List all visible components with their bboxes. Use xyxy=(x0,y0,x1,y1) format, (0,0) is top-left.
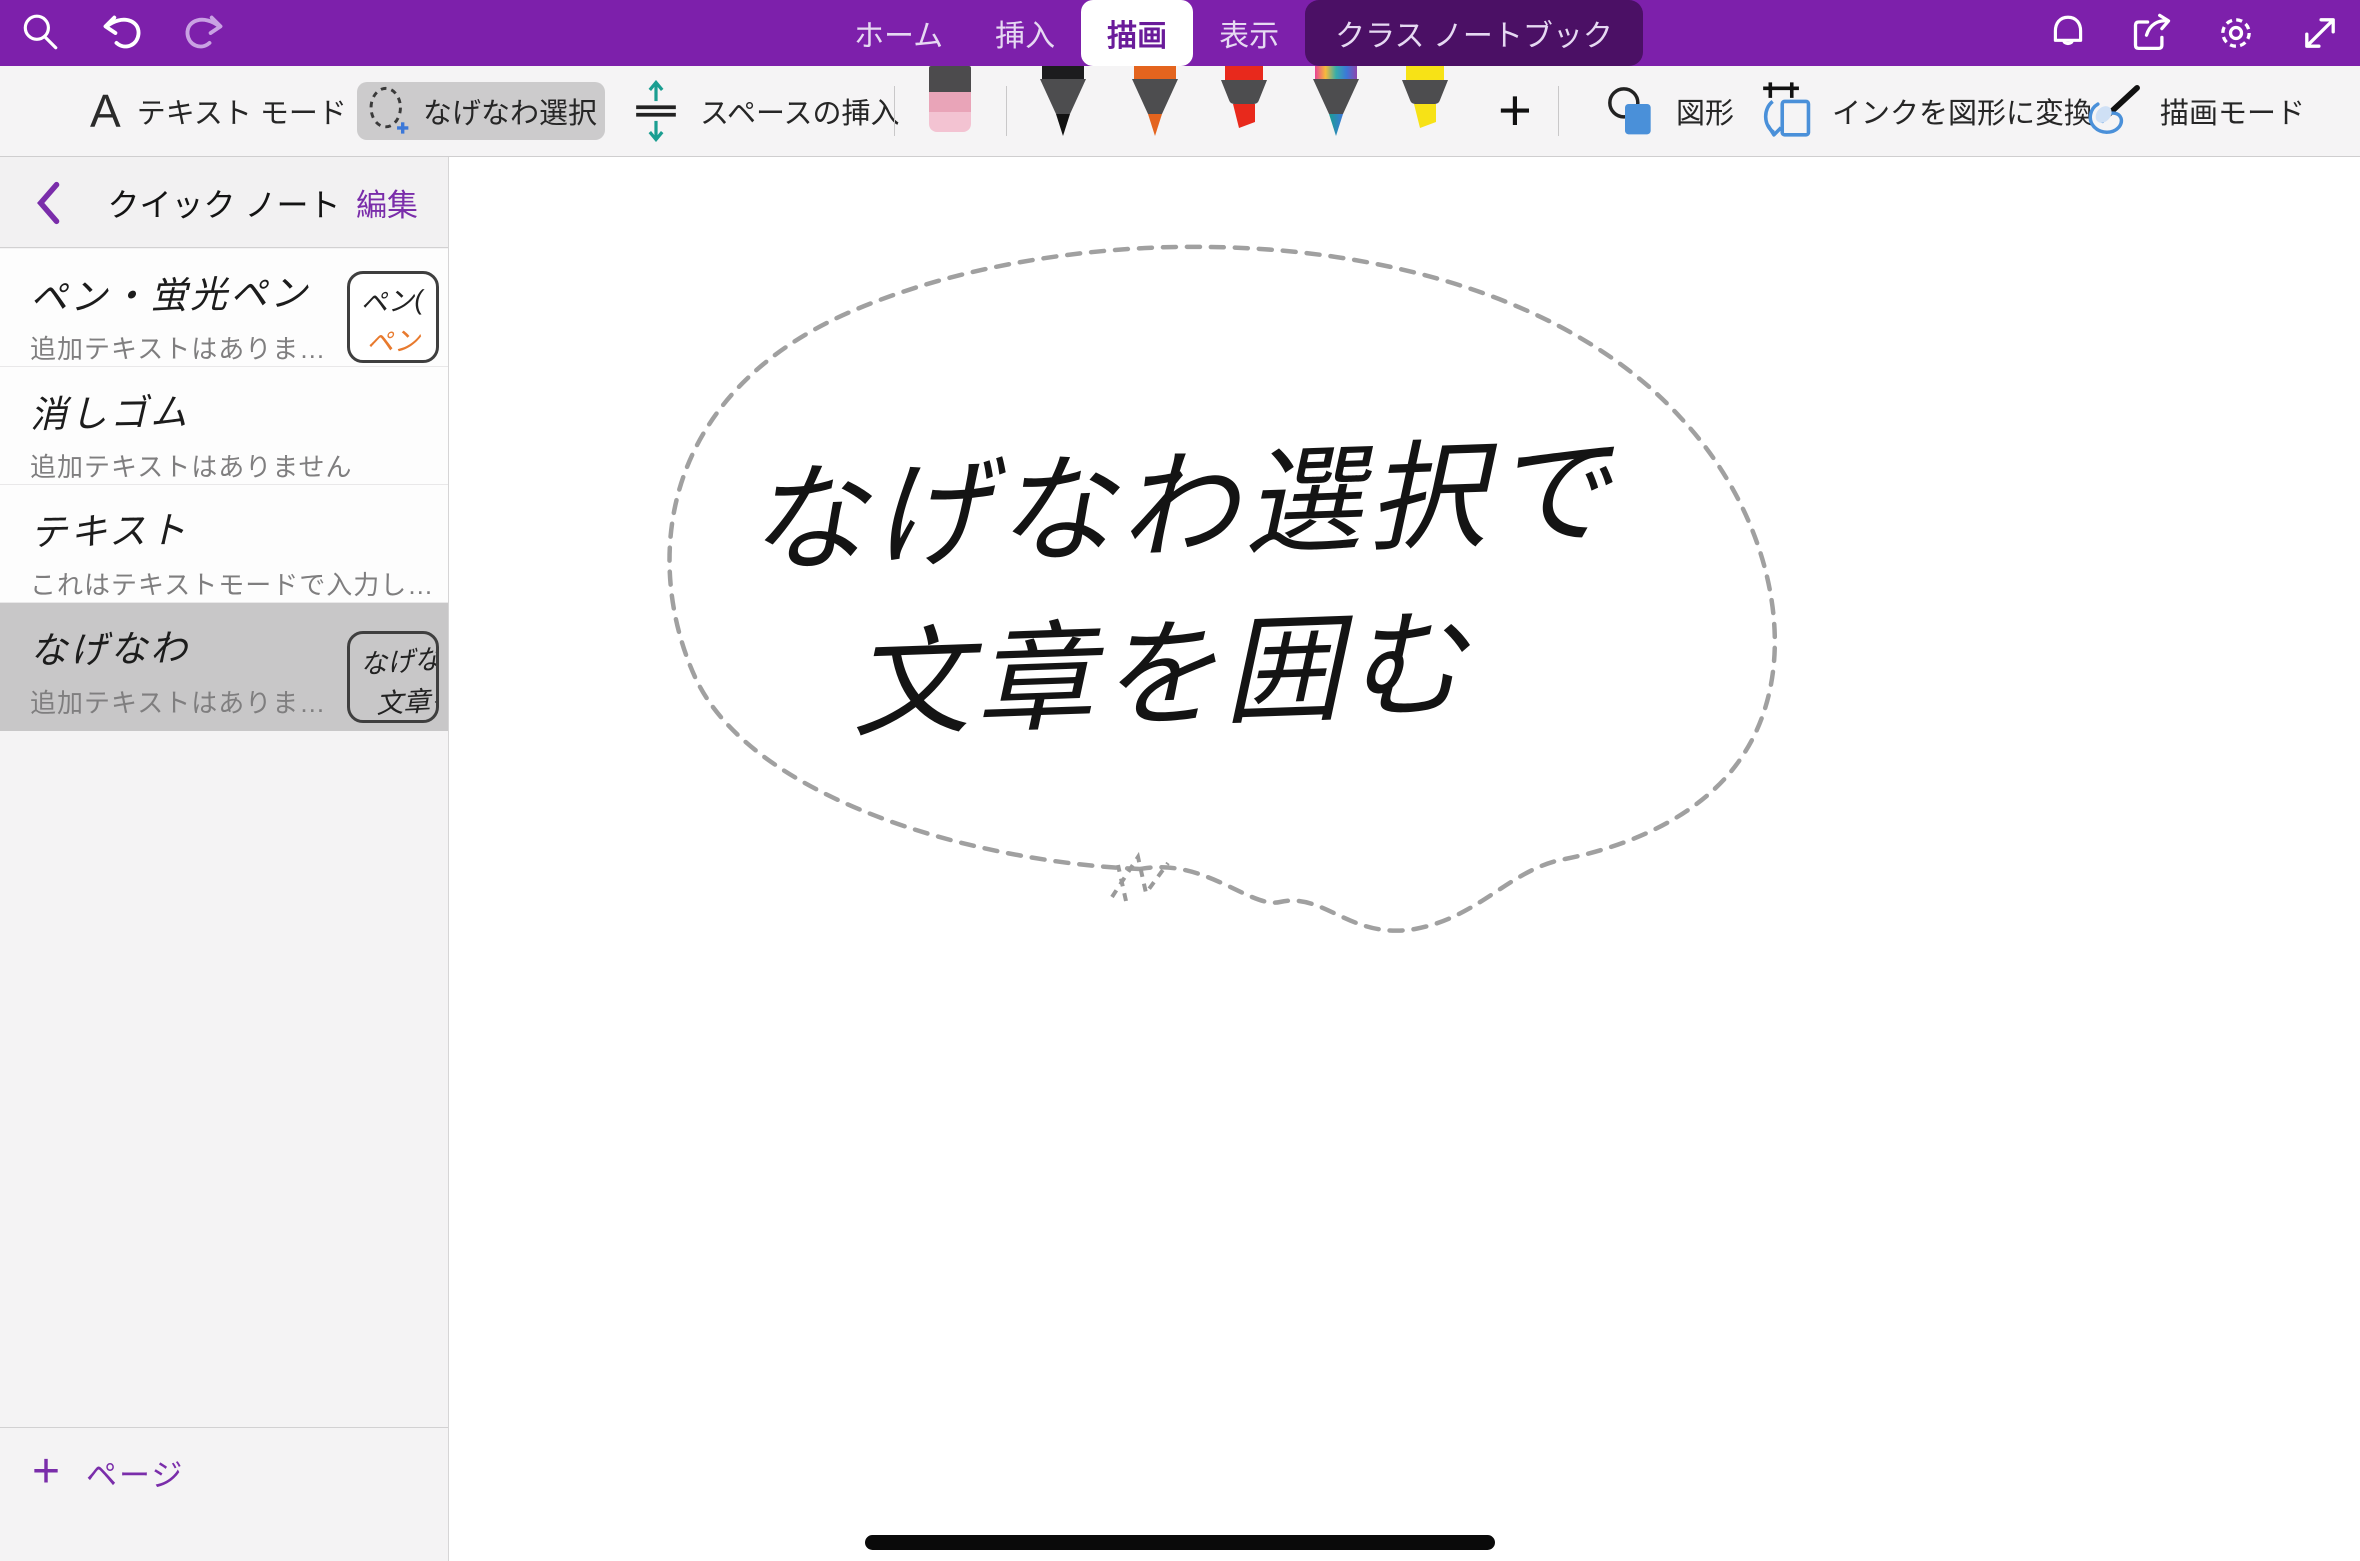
highlighter-yellow[interactable] xyxy=(1398,66,1452,143)
handwritten-ink[interactable]: なげなわ選択で 文章を囲む xyxy=(745,426,1624,756)
draw-mode-label: 描画モード xyxy=(2160,90,2305,132)
draw-mode-icon xyxy=(2084,83,2144,139)
page-subtitle: 追加テキストはありません xyxy=(30,447,448,484)
pen-rainbow-icon xyxy=(1309,66,1363,140)
search-button[interactable] xyxy=(18,11,62,55)
insert-space-icon xyxy=(628,80,684,142)
plus-icon: + xyxy=(1498,82,1532,140)
draw-toolbar: A テキスト モード なげなわ選択 スペースの挿入 xyxy=(0,66,2360,157)
thumbnail-ink-line: ペン( xyxy=(359,278,425,321)
page-title: テキスト xyxy=(30,500,190,557)
eraser-cap xyxy=(929,66,971,92)
shapes-button[interactable]: 図形 xyxy=(1598,66,1740,156)
text-mode-label: テキスト モード xyxy=(137,90,347,132)
add-page-label: ページ xyxy=(86,1450,184,1495)
tab-insert[interactable]: 挿入 xyxy=(969,0,1081,66)
highlighter-yellow-icon xyxy=(1398,66,1452,140)
ink-to-shape-icon xyxy=(1758,80,1816,142)
notifications-button[interactable] xyxy=(2046,11,2090,55)
tab-view[interactable]: 表示 xyxy=(1193,0,1305,66)
fullscreen-icon xyxy=(2298,11,2342,55)
highlighter-red-icon xyxy=(1217,66,1271,140)
undo-button[interactable] xyxy=(100,11,144,55)
page-row-eraser[interactable]: 消しゴム 追加テキストはありません xyxy=(0,367,448,485)
text-mode-button[interactable]: A テキスト モード xyxy=(84,66,353,156)
ink-to-shape-label: インクを図形に変換 xyxy=(1832,90,2093,132)
page-thumbnail: ペン( ペン xyxy=(347,271,439,363)
page-list: ペン・蛍光ペン 追加テキストはありま… ペン( ペン 消しゴム 追加テキストはあ… xyxy=(0,249,448,731)
tab-draw[interactable]: 描画 xyxy=(1081,0,1193,66)
page-row-lasso-selected[interactable]: なげなわ 追加テキストはありま… なげな 文章を xyxy=(0,603,448,731)
fullscreen-button[interactable] xyxy=(2298,11,2342,55)
pen-black-icon xyxy=(1036,66,1090,140)
ink-text-line2: 文章を囲む xyxy=(849,599,1473,753)
undo-icon xyxy=(100,11,144,55)
thumbnail-ink-line: 文章を xyxy=(375,678,439,721)
thumbnail-ink-line: ペン xyxy=(365,319,421,361)
lasso-selection-path[interactable] xyxy=(670,247,1775,931)
page-subtitle: これはテキストモードで入力し… xyxy=(30,565,448,602)
home-indicator[interactable] xyxy=(865,1535,1495,1550)
add-page-button[interactable]: + ページ xyxy=(0,1427,448,1517)
tab-class-notebook[interactable]: クラス ノートブック xyxy=(1305,0,1643,66)
plus-icon: + xyxy=(32,1453,60,1491)
ink-layer: なげなわ選択で 文章を囲む xyxy=(450,157,2360,1561)
page-title: なげなわ xyxy=(30,618,191,675)
lasso-select-label: なげなわ選択 xyxy=(423,90,597,132)
onenote-app: ホーム 挿入 描画 表示 クラス ノートブック xyxy=(0,0,2360,1561)
page-row-text[interactable]: テキスト これはテキストモードで入力し… xyxy=(0,485,448,603)
edit-button[interactable]: 編集 xyxy=(350,157,424,248)
share-icon xyxy=(2130,11,2174,55)
pen-orange[interactable] xyxy=(1128,66,1182,143)
insert-space-label: スペースの挿入 xyxy=(700,90,900,132)
lasso-start-squiggle xyxy=(1112,857,1168,901)
page-title: 消しゴム xyxy=(30,382,191,439)
lasso-icon xyxy=(365,85,411,137)
bell-icon xyxy=(2047,12,2089,54)
pen-rainbow[interactable] xyxy=(1309,66,1363,143)
redo-icon xyxy=(182,11,226,55)
page-row-pen-highlighter[interactable]: ペン・蛍光ペン 追加テキストはありま… ペン( ペン xyxy=(0,249,448,367)
lasso-select-button[interactable]: なげなわ選択 xyxy=(357,82,605,140)
search-icon xyxy=(19,12,61,54)
insert-space-button[interactable]: スペースの挿入 xyxy=(622,66,906,156)
draw-mode-button[interactable]: 描画モード xyxy=(2078,66,2311,156)
toolbar-divider xyxy=(1006,86,1007,136)
tab-home[interactable]: ホーム xyxy=(828,0,969,66)
eraser-tool[interactable] xyxy=(929,66,971,132)
toolbar-divider xyxy=(894,86,895,136)
ink-to-shape-button[interactable]: インクを図形に変換 xyxy=(1752,66,2099,156)
eraser-body xyxy=(929,92,971,112)
pen-black[interactable] xyxy=(1036,66,1090,143)
page-thumbnail: なげな 文章を xyxy=(347,631,439,723)
ink-text-line1: なげなわ選択で xyxy=(745,426,1618,588)
page-list-sidebar: クイック ノート 編集 ペン・蛍光ペン 追加テキストはありま… ペン( ペン 消… xyxy=(0,157,449,1561)
shapes-icon xyxy=(1604,83,1660,139)
note-canvas[interactable]: なげなわ選択で 文章を囲む xyxy=(450,157,2360,1561)
text-mode-icon: A xyxy=(90,84,121,138)
redo-button[interactable] xyxy=(182,11,226,55)
top-app-bar: ホーム 挿入 描画 表示 クラス ノートブック xyxy=(0,0,2360,66)
ribbon-tabs: ホーム 挿入 描画 表示 クラス ノートブック xyxy=(828,0,1643,66)
shapes-label: 図形 xyxy=(1676,90,1734,132)
page-title: ペン・蛍光ペン xyxy=(30,263,311,322)
toolbar-divider xyxy=(1558,86,1559,136)
thumbnail-ink-line: なげな xyxy=(359,637,439,682)
sidebar-header: クイック ノート 編集 xyxy=(0,157,448,248)
add-pen-button[interactable]: + xyxy=(1492,66,1538,156)
eraser-tip xyxy=(929,112,971,132)
share-button[interactable] xyxy=(2130,11,2174,55)
gear-icon xyxy=(2214,11,2258,55)
settings-button[interactable] xyxy=(2214,11,2258,55)
highlighter-red[interactable] xyxy=(1217,66,1271,143)
pen-orange-icon xyxy=(1128,66,1182,140)
